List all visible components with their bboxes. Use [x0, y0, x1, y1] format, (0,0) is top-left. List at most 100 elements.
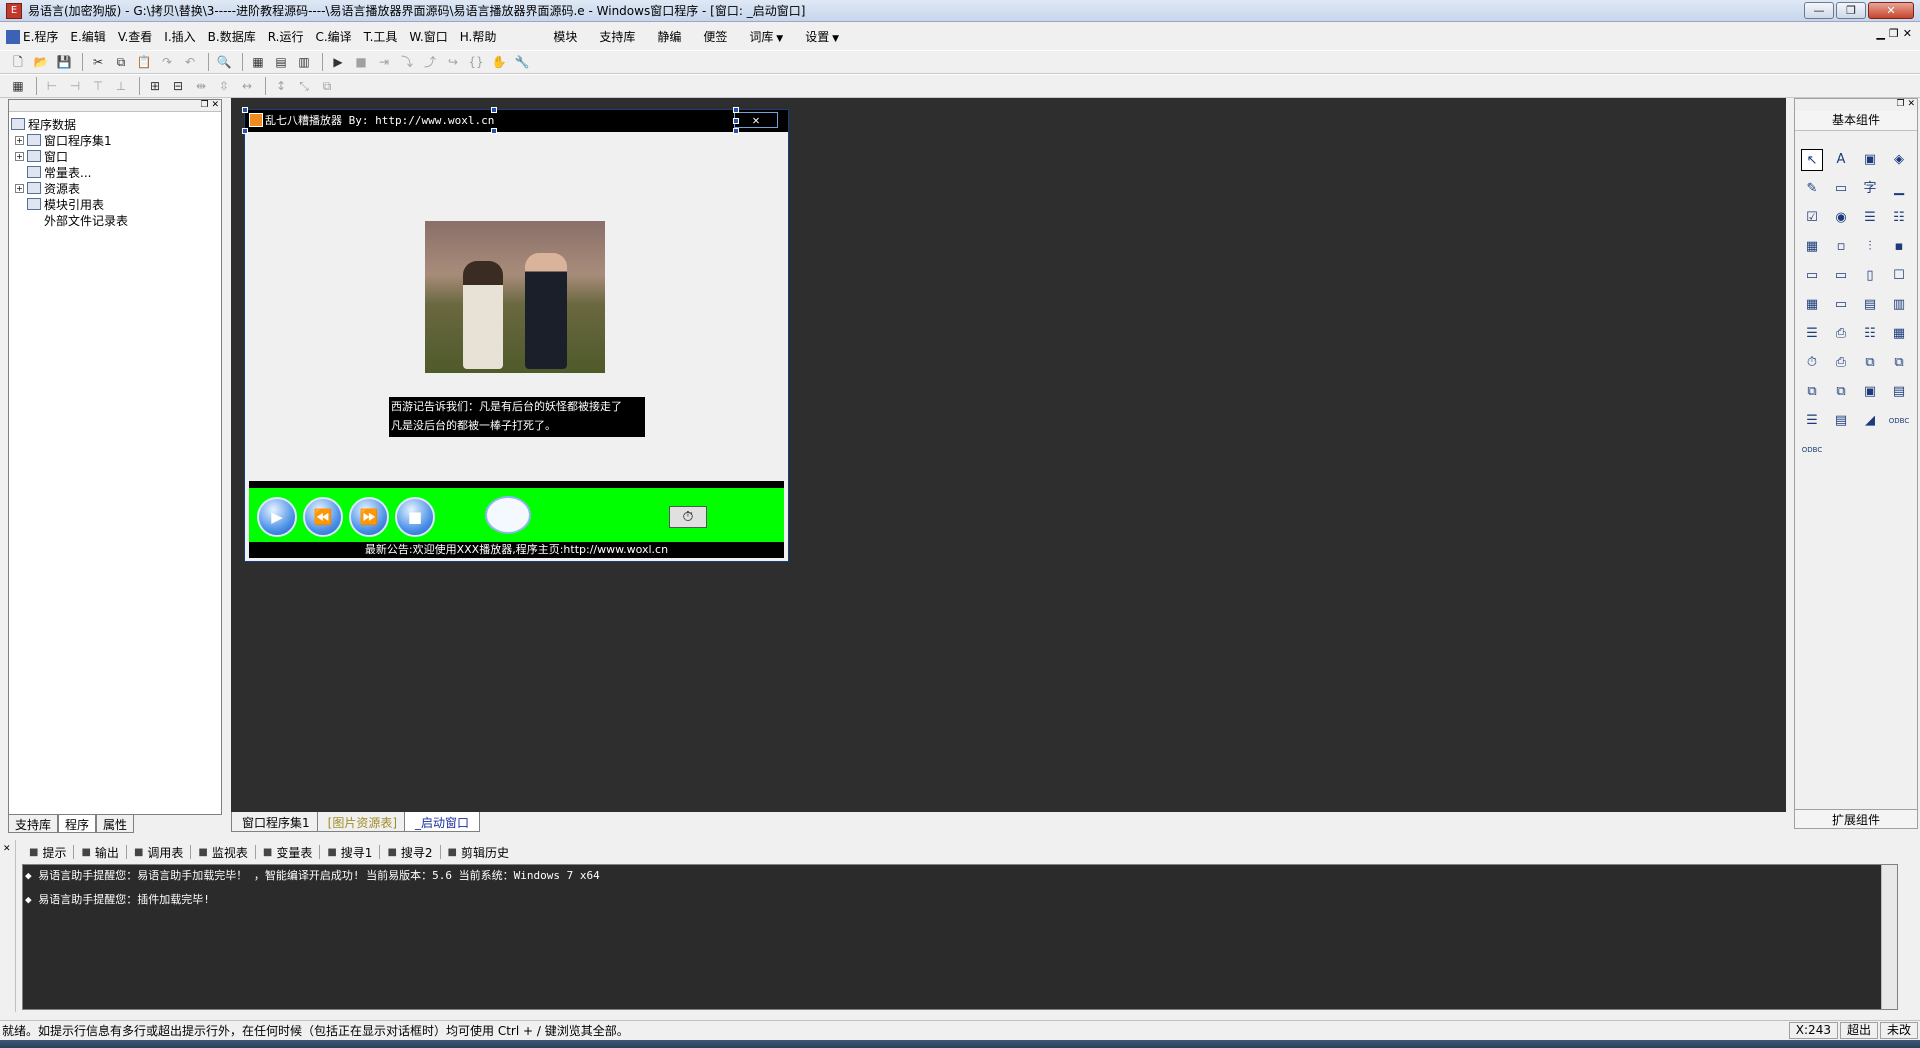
panel-close-icon[interactable]: ✕ [0, 844, 11, 854]
component-icon[interactable]: ▣ [1859, 381, 1881, 403]
component-icon[interactable]: ↖ [1801, 149, 1823, 171]
align-top-icon[interactable]: ⊤ [88, 77, 108, 95]
extended-components-header[interactable]: 扩展组件 [1794, 809, 1918, 829]
menu-edit[interactable]: E.编辑 [64, 28, 111, 45]
tab-search1[interactable]: 搜寻1 [320, 844, 379, 861]
component-icon[interactable]: ▭ [1830, 294, 1852, 316]
menu-insert[interactable]: I.插入 [158, 28, 201, 45]
paste-icon[interactable]: 📋 [134, 53, 154, 71]
space-h-icon[interactable]: ⇹ [191, 77, 211, 95]
component-icon[interactable]: ▭ [1830, 265, 1852, 287]
panel-restore-icon[interactable]: ❐ [1897, 99, 1905, 109]
align-bottom-icon[interactable]: ⊥ [111, 77, 131, 95]
menu-tools[interactable]: T.工具 [358, 28, 404, 45]
tree-item-assembly[interactable]: + 窗口程序集1 [9, 132, 221, 148]
menu-database[interactable]: B.数据库 [202, 28, 262, 45]
resize-handle[interactable] [491, 107, 497, 113]
same-size-icon[interactable]: ⤡ [294, 77, 314, 95]
component-icon[interactable]: ▤ [1888, 381, 1910, 403]
resize-handle[interactable] [733, 107, 739, 113]
menu-thesaurus[interactable]: 词库 [738, 28, 794, 45]
tab-support-lib[interactable]: 支持库 [8, 815, 59, 833]
component-icon[interactable]: ⧉ [1888, 352, 1910, 374]
component-icon[interactable]: ☰ [1859, 207, 1881, 229]
component-icon[interactable]: ⎙ [1830, 352, 1852, 374]
play-button[interactable]: ▶ [257, 497, 297, 537]
form-close-button[interactable]: ✕ [734, 112, 778, 128]
menu-settings[interactable]: 设置 [794, 28, 850, 45]
tree-item-resources[interactable]: + 资源表 [9, 180, 221, 196]
panel-close-icon[interactable]: ✕ [1907, 99, 1915, 109]
save-icon[interactable]: 💾 [54, 53, 74, 71]
tab-image-resources[interactable]: [图片资源表] [316, 812, 409, 832]
component-icon[interactable]: ▯ [1859, 265, 1881, 287]
menu-notes[interactable]: 便签 [692, 28, 738, 45]
component-icon[interactable]: ◈ [1888, 149, 1910, 171]
minimize-button[interactable]: — [1804, 2, 1834, 19]
menu-compile[interactable]: C.编译 [309, 28, 357, 45]
run-icon[interactable]: ▶ [328, 53, 348, 71]
maximize-button[interactable]: ❐ [1836, 2, 1866, 19]
tab-program[interactable]: 程序 [58, 815, 97, 833]
component-icon[interactable]: ⏱ [1801, 352, 1823, 374]
menu-support-lib[interactable]: 支持库 [588, 28, 646, 45]
menu-run[interactable]: R.运行 [262, 28, 310, 45]
component-icon[interactable]: ▭ [1830, 178, 1852, 200]
space-v-icon[interactable]: ⇳ [214, 77, 234, 95]
component-icon[interactable]: ▪ [1888, 236, 1910, 258]
form-title-bar[interactable]: 乱七八糟播放器 By: http://www.woxl.cn ✕ [245, 110, 788, 132]
copy-icon[interactable]: ⧉ [111, 53, 131, 71]
tab-output[interactable]: 输出 [74, 844, 125, 861]
layout1-icon[interactable]: ▦ [248, 53, 268, 71]
component-icon[interactable]: ▭ [1801, 265, 1823, 287]
chat-bubble-button[interactable] [485, 496, 531, 534]
component-icon[interactable]: 字 [1859, 178, 1881, 200]
progress-bar[interactable] [249, 481, 784, 488]
tab-start-window[interactable]: _启动窗口 [404, 812, 481, 832]
step-out-icon[interactable]: ↪ [443, 53, 463, 71]
resize-handle[interactable] [242, 128, 248, 134]
component-icon[interactable]: ▥ [1888, 294, 1910, 316]
component-icon[interactable]: ▦ [1888, 323, 1910, 345]
tree-item-external-files[interactable]: 外部文件记录表 [9, 212, 221, 228]
tab-clip-history[interactable]: 剪辑历史 [441, 844, 516, 861]
stop-icon[interactable]: ■ [351, 53, 371, 71]
center-h-icon[interactable]: ⊞ [145, 77, 165, 95]
component-icon[interactable]: ◢ [1859, 410, 1881, 432]
same-width-icon[interactable]: ↔ [237, 77, 257, 95]
mdi-minimize-icon[interactable]: ▁ [1876, 27, 1884, 40]
menu-module[interactable]: 模块 [542, 28, 588, 45]
designed-form[interactable]: 乱七八糟播放器 By: http://www.woxl.cn ✕ 西游记告诉我们… [242, 107, 789, 562]
layout3-icon[interactable]: ▥ [294, 53, 314, 71]
menu-help[interactable]: H.帮助 [454, 28, 503, 45]
component-icon[interactable]: ODBC [1801, 439, 1823, 461]
component-icon[interactable]: ▁ [1888, 178, 1910, 200]
component-icon[interactable]: ⎙ [1830, 323, 1852, 345]
bring-front-icon[interactable]: ⧉ [317, 77, 337, 95]
component-icon[interactable]: ☐ [1888, 265, 1910, 287]
resize-handle[interactable] [733, 118, 739, 124]
output-panel[interactable]: 易语言助手提醒您：易语言助手加载完毕！ ，智能编译开启成功! 当前易版本：5.6… [22, 864, 1898, 1010]
align-right-icon[interactable]: ⊣ [65, 77, 85, 95]
plugin-icon[interactable]: 🔧 [512, 53, 532, 71]
tab-assembly[interactable]: 窗口程序集1 [231, 812, 321, 832]
tree-item-root[interactable]: 程序数据 [9, 116, 221, 132]
basic-components-header[interactable]: 基本组件 [1795, 111, 1917, 131]
tree-item-module-refs[interactable]: 模块引用表 [9, 196, 221, 212]
mdi-close-icon[interactable]: ✕ [1903, 27, 1912, 40]
tree-item-constants[interactable]: 常量表... [9, 164, 221, 180]
new-file-icon[interactable]: 🗋 [8, 53, 28, 71]
layout2-icon[interactable]: ▤ [271, 53, 291, 71]
forward-button[interactable]: ⏩ [349, 497, 389, 537]
component-icon[interactable]: ☑ [1801, 207, 1823, 229]
step-icon[interactable]: ⇥ [374, 53, 394, 71]
component-icon[interactable]: ☷ [1859, 323, 1881, 345]
align-left-icon[interactable]: ⊢ [42, 77, 62, 95]
redo-icon[interactable]: ↷ [157, 53, 177, 71]
mdi-restore-icon[interactable]: ❐ [1889, 27, 1899, 40]
find-icon[interactable]: 🔍 [214, 53, 234, 71]
panel-restore-icon[interactable]: ❐ [201, 100, 209, 110]
component-icon[interactable]: ⧉ [1830, 381, 1852, 403]
component-icon[interactable]: ⧉ [1859, 352, 1881, 374]
component-icon[interactable]: ☰ [1801, 323, 1823, 345]
